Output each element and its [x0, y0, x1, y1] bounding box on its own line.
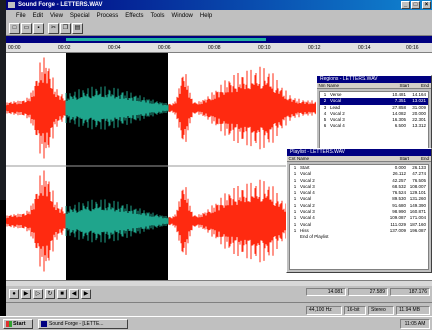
cut-icon[interactable]: ✂: [48, 23, 59, 34]
record-icon[interactable]: ●: [9, 289, 19, 299]
list-item[interactable]: End of Playlist: [290, 234, 428, 240]
header-end[interactable]: End: [409, 156, 431, 161]
ruler-tick: 00:10: [258, 45, 271, 51]
taskbar-app-button[interactable]: Sound Forge - [LETTE...: [38, 319, 128, 329]
start-button[interactable]: Start: [3, 319, 33, 329]
ruler-tick: 00:08: [208, 45, 221, 51]
regions-list[interactable]: 1 Verse 10.481 14.164 2 Vocal 7.351 13.021 3 Le…: [319, 91, 429, 155]
taskbar: Start Sound Forge - [LETTE... 11:05 AM: [0, 316, 432, 330]
menu-help[interactable]: Help: [200, 13, 212, 19]
save-icon[interactable]: ▪: [33, 23, 44, 34]
regions-dialog[interactable]: Regions - LETTERS.WAV Nm Name Start End …: [316, 75, 432, 158]
ruler-tick: 00:06: [158, 45, 171, 51]
forward-icon[interactable]: ▶: [81, 289, 91, 299]
header-end[interactable]: End: [409, 83, 431, 88]
close-button[interactable]: ×: [422, 1, 431, 9]
status-file-size: 11.94 MB: [396, 306, 430, 315]
row-name: Vocal 4: [330, 123, 345, 129]
menu-special[interactable]: Special: [70, 13, 90, 19]
length-time: 187.176: [390, 288, 430, 296]
app-window: Sound Forge - LETTERS.WAV _ □ × File Edi…: [6, 0, 432, 316]
time-ruler[interactable]: 00:00 00:02 00:04 00:06 00:08 00:10 00:1…: [6, 43, 432, 53]
playlist-header: Cnt Name Start End: [287, 156, 431, 162]
play-all-icon[interactable]: ▶: [21, 289, 31, 299]
cursor-time: 14.081: [306, 288, 346, 296]
play-icon[interactable]: ▷: [33, 289, 43, 299]
regions-dialog-title[interactable]: Regions - LETTERS.WAV: [317, 76, 431, 83]
sound-forge-icon: [41, 321, 47, 327]
app-icon: [8, 2, 15, 8]
menu-effects[interactable]: Effects: [125, 13, 143, 19]
header-num[interactable]: Nm: [317, 83, 327, 88]
open-icon[interactable]: ▭: [21, 23, 32, 34]
transport-bar: ● ▶ ▷ ↻ ■ ◀ ▶ 14.081 27.589 187.176: [6, 286, 432, 302]
stop-icon[interactable]: ■: [57, 289, 67, 299]
status-bit-depth[interactable]: 16-bit: [344, 306, 366, 315]
row-start: 6.500: [394, 123, 406, 129]
rewind-icon[interactable]: ◀: [69, 289, 79, 299]
ruler-tick: 00:12: [308, 45, 321, 51]
playlist-dialog-title[interactable]: Playlist - LETTERS.WAV: [287, 149, 431, 156]
status-sample-rate[interactable]: 44,100 Hz: [306, 306, 342, 315]
taskbar-app-label: Sound Forge - [LETTE...: [49, 321, 104, 327]
playlist-dialog[interactable]: Playlist - LETTERS.WAV Cnt Name Start En…: [286, 148, 432, 273]
title-bar: Sound Forge - LETTERS.WAV _ □ ×: [6, 0, 432, 10]
playlist-list[interactable]: 1 Start 0.000 26.133 1 Vocal 26.112 47.274 1 Vo…: [289, 164, 429, 270]
overview-bar[interactable]: [66, 38, 266, 41]
ruler-tick: 00:14: [358, 45, 371, 51]
selection-time: 27.589: [348, 288, 388, 296]
header-count[interactable]: Cnt: [287, 156, 297, 161]
menu-tools[interactable]: Tools: [151, 13, 165, 19]
start-label: Start: [13, 321, 26, 327]
status-channels[interactable]: Stereo: [368, 306, 394, 315]
list-item[interactable]: 6 Vocal 4 6.500 13.312: [320, 123, 428, 129]
status-bar: 44,100 Hz 16-bit Stereo 11.94 MB: [6, 302, 432, 316]
header-name[interactable]: Name: [327, 83, 387, 88]
loop-icon[interactable]: ↻: [45, 289, 55, 299]
menu-file[interactable]: File: [16, 13, 26, 19]
new-icon[interactable]: □: [9, 23, 20, 34]
menu-view[interactable]: View: [50, 13, 63, 19]
document-title-bar: [6, 36, 432, 43]
menu-window[interactable]: Window: [172, 13, 193, 19]
row-count: [290, 234, 300, 240]
waveform-view[interactable]: Regions - LETTERS.WAV Nm Name Start End …: [6, 53, 432, 280]
copy-icon[interactable]: ❐: [60, 23, 71, 34]
regions-header: Nm Name Start End: [317, 83, 431, 89]
row-name: End of Playlist: [300, 234, 329, 240]
ruler-tick: 00:00: [8, 45, 21, 51]
system-tray-clock[interactable]: 11:05 AM: [400, 319, 430, 329]
row-end: [406, 234, 428, 240]
header-name[interactable]: Name: [297, 156, 387, 161]
header-start[interactable]: Start: [387, 83, 409, 88]
window-title: Sound Forge - LETTERS.WAV: [18, 2, 103, 8]
row-start: [384, 234, 406, 240]
maximize-button[interactable]: □: [411, 1, 420, 9]
row-end: 13.312: [412, 123, 426, 129]
paste-icon[interactable]: ▤: [72, 23, 83, 34]
row-num: 6: [323, 123, 327, 129]
ruler-tick: 00:04: [108, 45, 121, 51]
toolbar: □ ▭ ▪ ✂ ❐ ▤: [6, 21, 432, 36]
menu-edit[interactable]: Edit: [33, 13, 43, 19]
menu-process[interactable]: Process: [97, 13, 119, 19]
ruler-tick: 00:02: [58, 45, 71, 51]
windows-logo-icon: [6, 321, 12, 327]
menu-bar: File Edit View Special Process Effects T…: [6, 10, 432, 21]
header-start[interactable]: Start: [387, 156, 409, 161]
ruler-tick: 00:16: [406, 45, 419, 51]
minimize-button[interactable]: _: [401, 1, 410, 9]
